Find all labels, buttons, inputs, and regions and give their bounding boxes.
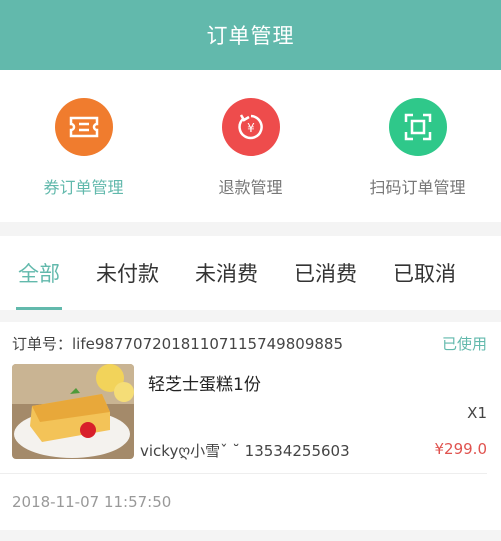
order-item-info: 轻芝士蛋糕1份 X1 vickyღ小雪ˇ ˘ 13534255603 ¥299.… (140, 364, 488, 473)
tab-unconsumed[interactable]: 未消费 (195, 236, 258, 310)
buyer-info: vickyღ小雪ˇ ˘ 13534255603 (140, 442, 350, 460)
order-item: 轻芝士蛋糕1份 X1 vickyღ小雪ˇ ˘ 13534255603 ¥299.… (0, 364, 487, 474)
scan-icon (388, 98, 447, 156)
order-status: 已使用 (441, 334, 487, 353)
order-number-value: life98770720181107115749809885 (72, 334, 343, 353)
order-header: 订单号：life98770720181107115749809885 已使用 (0, 322, 501, 364)
scan-orders-button[interactable]: 扫码订单管理 (338, 98, 498, 198)
product-name: 轻芝士蛋糕1份 (148, 375, 261, 395)
order-number: 订单号：life98770720181107115749809885 (12, 333, 343, 354)
order-card[interactable]: 订单号：life98770720181107115749809885 已使用 轻… (0, 322, 501, 530)
scan-orders-label: 扫码订单管理 (369, 178, 466, 197)
app-header: 订单管理 (0, 0, 501, 70)
coupon-orders-button[interactable]: 券订单管理 (4, 98, 164, 198)
ticket-icon (54, 98, 113, 156)
svg-text:¥: ¥ (247, 121, 255, 135)
order-price: ¥299.0 (434, 440, 488, 458)
coupon-orders-label: 券订单管理 (43, 178, 124, 197)
product-quantity: X1 (467, 404, 487, 422)
tab-cancelled[interactable]: 已取消 (393, 236, 456, 310)
order-time: 2018-11-07 11:57:50 (12, 493, 172, 511)
refund-management-label: 退款管理 (218, 178, 283, 197)
order-tabs: 全部 未付款 未消费 已消费 已取消 (0, 236, 501, 310)
tab-all[interactable]: 全部 (16, 236, 62, 310)
order-number-label: 订单号： (12, 334, 73, 353)
page-title: 订单管理 (206, 24, 295, 48)
refund-icon: ¥ (221, 98, 280, 156)
tab-consumed[interactable]: 已消费 (294, 236, 357, 310)
product-image (12, 364, 134, 459)
refund-management-button[interactable]: ¥ 退款管理 (171, 98, 331, 198)
quick-actions: 券订单管理 ¥ 退款管理 扫码订单管理 (0, 70, 501, 222)
tab-unpaid[interactable]: 未付款 (96, 236, 159, 310)
